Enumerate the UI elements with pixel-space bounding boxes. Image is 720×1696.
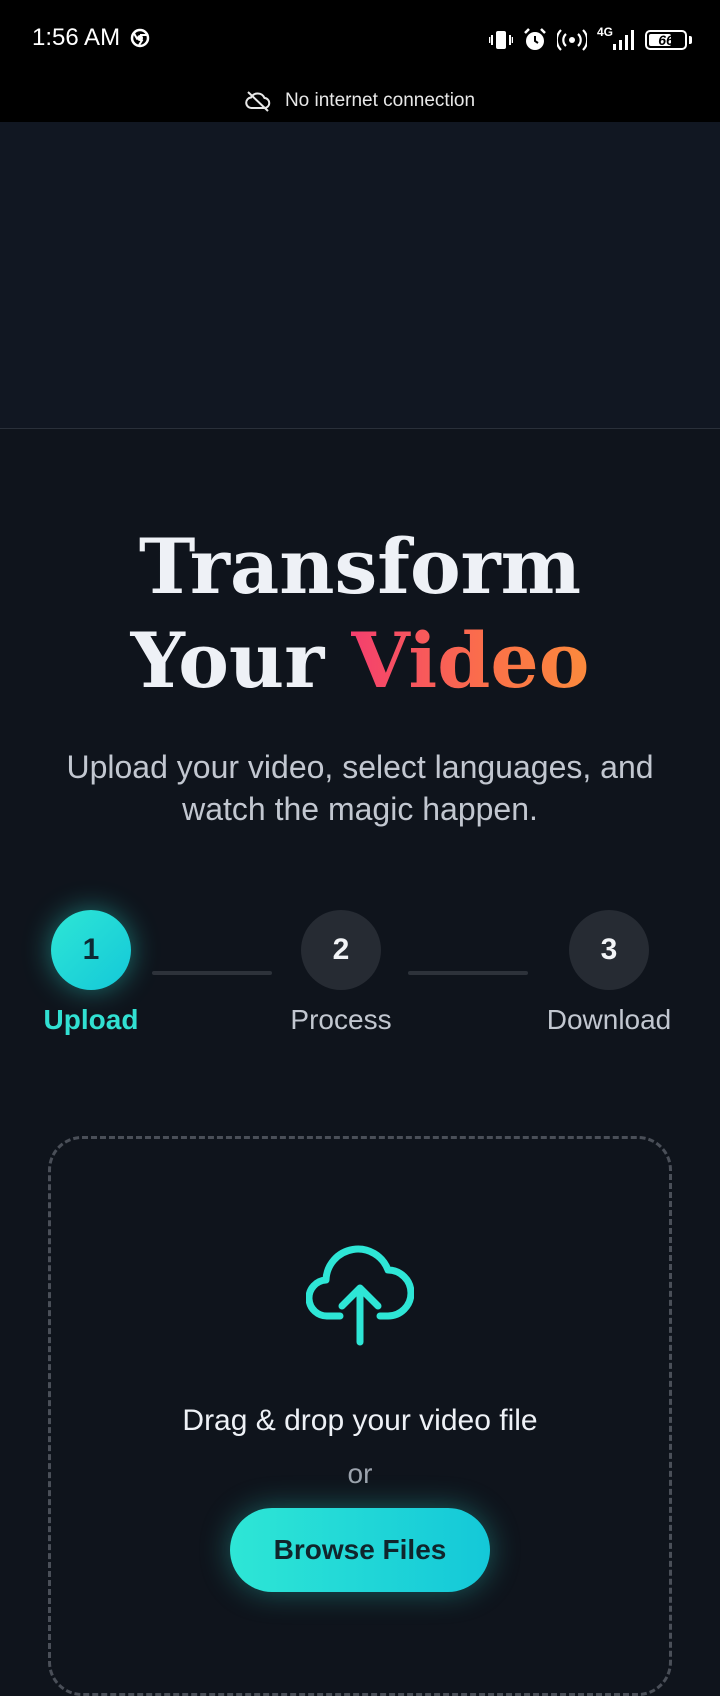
step-3-label: Download: [546, 1004, 672, 1035]
step-2-label: Process: [290, 1004, 392, 1035]
step-1-label: Upload: [43, 1004, 139, 1035]
chrome-icon: [130, 28, 150, 48]
status-icons: 4G 66: [488, 24, 692, 56]
battery-tip: [689, 36, 692, 44]
or-separator: or: [347, 1458, 373, 1489]
cloud-off-icon: [245, 91, 271, 112]
signal-icon: [613, 30, 634, 50]
hero-banner-area: [0, 122, 720, 429]
title-line-1: Transform: [138, 522, 582, 611]
alarm-icon: [524, 28, 546, 50]
browse-files-button[interactable]: Browse Files: [230, 1508, 490, 1592]
title-plain: Your: [130, 616, 325, 705]
step-3-circle: 3: [569, 910, 649, 990]
offline-banner: No internet connection: [0, 80, 720, 122]
network-type: 4G: [596, 25, 613, 39]
page-subtitle: Upload your video, select languages, and…: [66, 749, 654, 827]
hotspot-icon: [556, 29, 587, 51]
drop-instructions: Drag & drop your video file: [182, 1404, 538, 1437]
title-accent: Video: [350, 616, 590, 705]
step-connector-1: [152, 971, 272, 975]
step-2-circle: 2: [301, 910, 381, 990]
vibrate-icon: [488, 31, 513, 49]
step-1-circle: 1: [51, 910, 131, 990]
page-title: Transform Your Video: [0, 520, 720, 708]
battery-level: 66: [658, 32, 674, 48]
status-bar: 1:56 AM 4G 66: [0, 0, 720, 80]
offline-text: No internet connection: [284, 90, 476, 111]
battery-icon: 66: [645, 30, 687, 50]
step-connector-2: [408, 971, 528, 975]
title-line-2: Your Video: [0, 614, 720, 708]
status-time: 1:56 AM: [32, 24, 121, 51]
cloud-upload-icon: [306, 1245, 414, 1346]
